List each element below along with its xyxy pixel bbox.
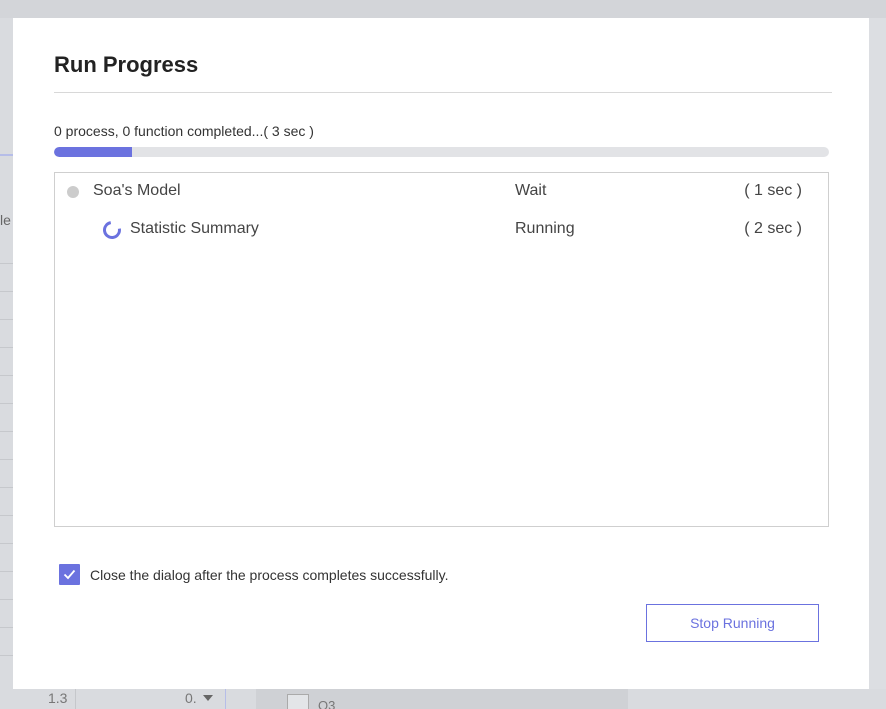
progress-bar-fill [54, 147, 132, 157]
background-panel [256, 689, 628, 709]
progress-status-text: 0 process, 0 function completed...( 3 se… [54, 123, 314, 139]
background-toolbar [0, 0, 886, 18]
task-state: Wait [515, 182, 547, 199]
task-row: Statistic Summary Running ( 2 sec ) [55, 217, 828, 243]
progress-bar [54, 147, 829, 157]
background-selection-line [0, 154, 13, 156]
background-cell-value: 0. [185, 690, 197, 706]
background-bottom-row: 1.3 0. Q3 [0, 689, 886, 709]
background-checkbox-label: Q3 [318, 698, 336, 709]
background-column-label: le [0, 212, 11, 228]
task-row: Soa's Model Wait ( 1 sec ) [55, 179, 828, 205]
stop-running-button[interactable]: Stop Running [646, 604, 819, 642]
background-dropdown-arrow-icon [203, 695, 213, 701]
close-after-success-checkbox[interactable] [59, 564, 80, 585]
checkmark-icon [63, 569, 76, 580]
run-progress-dialog: Run Progress 0 process, 0 function compl… [13, 18, 869, 689]
dialog-title: Run Progress [54, 52, 199, 77]
task-duration: ( 1 sec ) [744, 182, 802, 199]
task-name: Soa's Model [93, 182, 181, 199]
task-name: Statistic Summary [130, 220, 259, 237]
task-state: Running [515, 220, 575, 237]
background-cell-value: 1.3 [48, 690, 68, 706]
close-after-success-label[interactable]: Close the dialog after the process compl… [90, 567, 448, 583]
task-list: Soa's Model Wait ( 1 sec ) Statistic Sum… [54, 172, 829, 527]
pending-dot-icon [67, 186, 79, 198]
background-right-panel [869, 18, 886, 709]
background-left-grid: le [0, 18, 13, 709]
background-checkbox [287, 694, 309, 709]
loading-spinner-icon [99, 217, 125, 243]
title-divider [54, 92, 832, 93]
task-duration: ( 2 sec ) [744, 220, 802, 237]
